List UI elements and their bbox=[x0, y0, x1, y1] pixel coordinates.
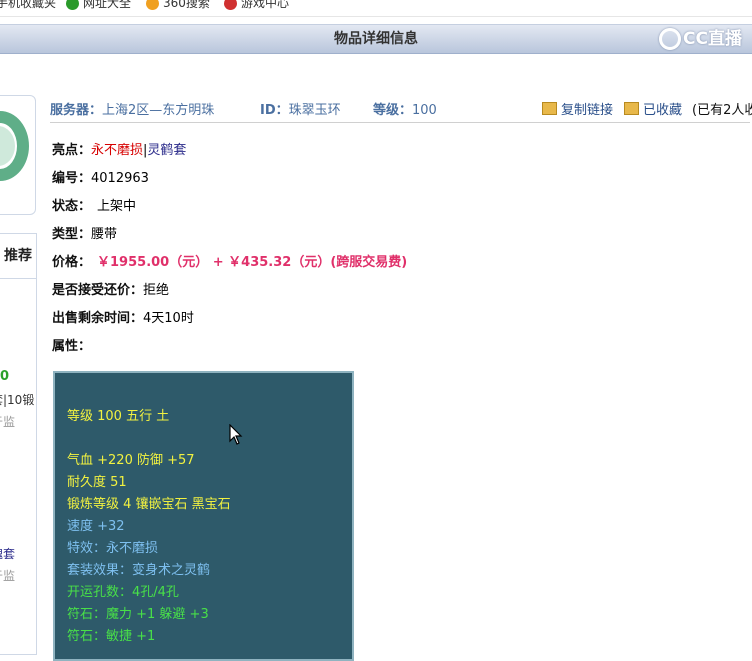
highlight-crane-set: 灵鹤套 bbox=[147, 143, 186, 158]
attr-runestone: 符石：魔力 +1 躲避 +3 bbox=[67, 603, 209, 622]
id-value: 珠翠玉环 bbox=[289, 103, 341, 118]
recommend-panel: 推荐 00 套|10锻 于监 0 魂套 于监 bbox=[0, 233, 37, 655]
cc-logo-icon bbox=[659, 28, 681, 50]
price-value: ￥1955.00（元） + ￥435.32（元）(跨服交易费) bbox=[97, 255, 407, 270]
level-value: 100 bbox=[412, 103, 437, 118]
highlight-row: 亮点：永不磨损|灵鹤套 bbox=[52, 139, 186, 158]
price-row: 价格： ￥1955.00（元） + ￥435.32（元）(跨服交易费) bbox=[52, 251, 407, 270]
number-row: 编号：4012963 bbox=[52, 167, 149, 186]
highlight-no-wear: 永不磨损 bbox=[91, 143, 143, 158]
mouse-cursor-icon bbox=[229, 424, 243, 446]
logo-text: CC直播 bbox=[683, 29, 742, 49]
game-center-icon bbox=[224, 0, 237, 10]
bookmark-360-search[interactable]: 360搜索 bbox=[146, 0, 210, 11]
copy-link-label: 复制链接 bbox=[561, 103, 613, 118]
counter-offer-value: 拒绝 bbox=[143, 283, 169, 298]
status-value: 上架中 bbox=[97, 199, 136, 214]
status-row: 状态： 上架中 bbox=[52, 195, 136, 214]
type-row: 类型：腰带 bbox=[52, 223, 117, 242]
attr-durability: 耐久度 51 bbox=[67, 471, 127, 490]
bookmark-label: 360搜索 bbox=[163, 0, 210, 10]
counter-offer-label: 是否接受还价： bbox=[52, 283, 143, 298]
attributes-label: 属性： bbox=[52, 339, 91, 354]
number-value: 4012963 bbox=[91, 171, 149, 186]
recommend-status: 于监 bbox=[0, 567, 15, 584]
counter-offer-row: 是否接受还价：拒绝 bbox=[52, 279, 169, 298]
cc-live-logo[interactable]: CC直播 bbox=[659, 27, 742, 51]
attr-speed: 速度 +32 bbox=[67, 515, 125, 534]
folder-link-icon bbox=[542, 102, 557, 115]
recommend-heading: 推荐 bbox=[0, 234, 36, 279]
id-label: ID： bbox=[260, 103, 289, 118]
favorited-button[interactable]: 已收藏 bbox=[624, 99, 682, 118]
bookmarks-bar: 手机收藏夹 网址大全 360搜索 游戏中心 bbox=[0, 0, 752, 17]
attr-level: 等级 100 五行 土 bbox=[67, 405, 169, 424]
recommend-desc[interactable]: 魂套 bbox=[0, 545, 15, 562]
item-info-bar: 服务器：上海2区—东方明珠 ID：珠翠玉环 等级：100 复制链接 已收藏 (已… bbox=[50, 95, 750, 123]
item-detail-header: 物品详细信息 CC直播 bbox=[0, 24, 752, 54]
folder-add-icon bbox=[624, 102, 639, 115]
type-value: 腰带 bbox=[91, 227, 117, 242]
number-label: 编号： bbox=[52, 171, 91, 186]
remaining-time-row: 出售剩余时间：4天10时 bbox=[52, 307, 194, 326]
highlight-label: 亮点： bbox=[52, 143, 91, 158]
server-label: 服务器： bbox=[50, 103, 102, 118]
remaining-time-value: 4天10时 bbox=[143, 311, 194, 326]
status-label: 状态： bbox=[52, 199, 91, 214]
attr-set-effect: 套装效果：变身术之灵鹤 bbox=[67, 559, 210, 578]
server-value: 上海2区—东方明珠 bbox=[102, 103, 214, 118]
recommend-desc[interactable]: 套|10锻 bbox=[0, 391, 34, 408]
bookmark-label: 手机收藏夹 bbox=[0, 0, 56, 10]
bookmark-label: 游戏中心 bbox=[241, 0, 289, 10]
attributes-box: 等级 100 五行 土 气血 +220 防御 +57 耐久度 51 锻炼等级 4… bbox=[53, 371, 354, 661]
plus-circle-icon bbox=[66, 0, 79, 10]
copy-link-button[interactable]: 复制链接 bbox=[542, 99, 613, 118]
bookmark-label: 网址大全 bbox=[83, 0, 131, 10]
attr-runestone: 符石：敏捷 +1 bbox=[67, 625, 155, 644]
id-field: ID：珠翠玉环 bbox=[260, 99, 341, 118]
attr-luck-slots: 开运孔数：4孔/4孔 bbox=[67, 581, 179, 600]
recommend-status: 于监 bbox=[0, 413, 15, 430]
price-label: 价格： bbox=[52, 255, 91, 270]
page-title: 物品详细信息 bbox=[0, 25, 752, 53]
level-label: 等级： bbox=[373, 103, 412, 118]
attr-forge-gem: 锻炼等级 4 镶嵌宝石 黑宝石 bbox=[67, 493, 231, 512]
bookmark-site-directory[interactable]: 网址大全 bbox=[66, 0, 131, 11]
bookmark-mobile[interactable]: 手机收藏夹 bbox=[0, 0, 56, 11]
attr-hp-defense: 气血 +220 防御 +57 bbox=[67, 449, 195, 468]
remaining-time-label: 出售剩余时间： bbox=[52, 311, 143, 326]
favorited-label: 已收藏 bbox=[643, 103, 682, 118]
level-field: 等级：100 bbox=[373, 99, 437, 118]
type-label: 类型： bbox=[52, 227, 91, 242]
item-thumbnail[interactable] bbox=[0, 95, 36, 215]
attributes-row: 属性： bbox=[52, 335, 91, 354]
attr-special-effect: 特效：永不磨损 bbox=[67, 537, 158, 556]
search-360-icon bbox=[146, 0, 159, 10]
favorite-count: (已有2人收 bbox=[692, 99, 752, 118]
recommend-price[interactable]: 00 bbox=[0, 369, 9, 384]
server-field: 服务器：上海2区—东方明珠 bbox=[50, 99, 214, 118]
bookmark-game-center[interactable]: 游戏中心 bbox=[224, 0, 289, 11]
